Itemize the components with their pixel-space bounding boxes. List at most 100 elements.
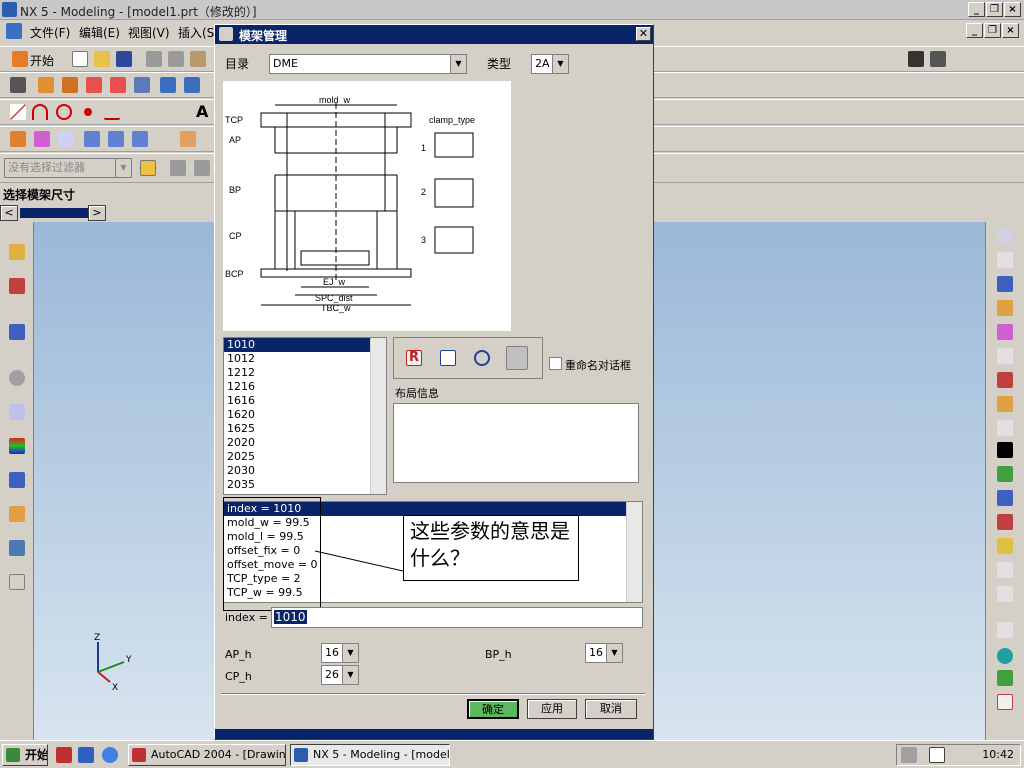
extrude-icon[interactable] — [38, 77, 54, 93]
quicklaunch-icon-1[interactable] — [56, 747, 72, 763]
index-input[interactable]: 1010 — [271, 607, 643, 628]
cooling-icon[interactable] — [997, 466, 1013, 482]
size-list-item[interactable]: 2025 — [224, 450, 386, 464]
scroll-right-button[interactable]: > — [88, 205, 106, 221]
standard-part-icon[interactable] — [997, 324, 1013, 340]
menu-edit[interactable]: 编辑(E) — [79, 24, 120, 41]
cancel-button[interactable]: 取消 — [585, 699, 637, 719]
runner-icon[interactable] — [997, 442, 1013, 458]
register-icon[interactable]: R — [406, 350, 422, 366]
parameter-list-scrollbar[interactable] — [626, 502, 642, 602]
mirror-icon[interactable] — [58, 131, 74, 147]
gate-icon[interactable] — [997, 420, 1013, 436]
ie-icon[interactable] — [102, 747, 118, 763]
offset-icon[interactable] — [84, 131, 100, 147]
help-tray-icon[interactable] — [929, 747, 945, 763]
grid-icon[interactable] — [908, 51, 924, 67]
slider-icon[interactable] — [997, 372, 1013, 388]
undo-icon[interactable] — [170, 160, 186, 176]
size-list-item[interactable]: 1216 — [224, 380, 386, 394]
quicklaunch-icon-2[interactable] — [78, 747, 94, 763]
ejector-pin-icon[interactable] — [997, 348, 1013, 364]
trim-icon[interactable] — [132, 131, 148, 147]
catalog-select[interactable]: DME ▼ — [269, 54, 467, 74]
size-list-item[interactable]: 2030 — [224, 464, 386, 478]
transform-icon[interactable] — [10, 131, 26, 147]
snap-point-icon[interactable] — [140, 160, 156, 176]
rotate-icon[interactable] — [34, 131, 50, 147]
component-icon[interactable] — [997, 252, 1013, 268]
reuse-library-icon[interactable] — [9, 404, 25, 420]
type-select[interactable]: 2A ▼ — [531, 54, 569, 74]
grid-settings-icon[interactable] — [930, 51, 946, 67]
start-menu-button[interactable]: 开始 — [30, 52, 54, 69]
apply-button[interactable]: 应用 — [527, 699, 577, 719]
scroll-thumb[interactable] — [20, 208, 88, 218]
doc-close-button[interactable]: × — [1002, 23, 1019, 38]
open-folder-icon[interactable] — [94, 51, 110, 67]
dialog-close-button[interactable]: ✕ — [636, 27, 651, 41]
web-browser-icon[interactable] — [9, 324, 25, 340]
edit-component-icon[interactable] — [506, 346, 528, 370]
menu-file[interactable]: 文件(F) — [30, 24, 70, 41]
minimize-button[interactable]: _ — [968, 2, 985, 17]
globe-icon[interactable] — [997, 648, 1013, 664]
mold-wizard-icon[interactable] — [997, 276, 1013, 292]
help-icon[interactable] — [997, 694, 1013, 710]
doc-minimize-button[interactable]: _ — [966, 23, 983, 38]
line-icon[interactable] — [10, 104, 26, 120]
spline-icon[interactable] — [104, 104, 120, 120]
size-list-item[interactable]: 1625 — [224, 422, 386, 436]
blank-tab-icon[interactable] — [9, 574, 25, 590]
system-materials-icon[interactable] — [9, 506, 25, 522]
size-list-item[interactable]: 2035 — [224, 478, 386, 492]
cut-icon[interactable] — [146, 51, 162, 67]
doc-restore-button[interactable]: ❐ — [984, 23, 1001, 38]
rotate-plates-icon[interactable] — [474, 350, 490, 366]
hole-icon[interactable] — [86, 77, 102, 93]
bom-icon[interactable] — [997, 538, 1013, 554]
shell-icon[interactable] — [160, 77, 176, 93]
list-icon[interactable] — [997, 586, 1013, 602]
bp-h-select[interactable]: 16 ▼ — [585, 643, 623, 663]
taskbar-start-button[interactable]: 开始 — [2, 744, 48, 766]
pocket-icon[interactable] — [997, 514, 1013, 530]
revolve-icon[interactable] — [62, 77, 78, 93]
insert-icon[interactable] — [997, 396, 1013, 412]
cp-h-select[interactable]: 26 ▼ — [321, 665, 359, 685]
electrode-icon[interactable] — [997, 490, 1013, 506]
view-manager-icon[interactable] — [997, 622, 1013, 638]
restore-button[interactable]: ❐ — [986, 2, 1003, 17]
role-icon[interactable] — [9, 472, 25, 488]
assembly-navigator-icon[interactable] — [9, 244, 25, 260]
copy-icon[interactable] — [168, 51, 184, 67]
size-list[interactable]: 1010 1012 1212 1216 1616 1620 1625 2020 … — [223, 337, 387, 495]
selection-filter-select[interactable]: 没有选择过滤器 ▼ — [4, 158, 132, 178]
rename-checkbox[interactable] — [549, 357, 562, 370]
boss-icon[interactable] — [110, 77, 126, 93]
system-scenes-icon[interactable] — [9, 540, 25, 556]
edit-curve-icon[interactable] — [108, 131, 124, 147]
size-list-item[interactable]: 1620 — [224, 408, 386, 422]
new-file-icon[interactable] — [72, 51, 88, 67]
paste-icon[interactable] — [190, 51, 206, 67]
blend-icon[interactable] — [184, 77, 200, 93]
palette-icon[interactable] — [9, 438, 25, 454]
size-list-item[interactable]: 1616 — [224, 394, 386, 408]
ap-h-select[interactable]: 16 ▼ — [321, 643, 359, 663]
block-icon[interactable] — [134, 77, 150, 93]
arc-icon[interactable] — [32, 104, 48, 120]
size-list-item[interactable]: 1010 — [224, 338, 386, 352]
scroll-left-button[interactable]: < — [0, 205, 18, 221]
size-list-scrollbar[interactable] — [370, 338, 386, 494]
menu-view[interactable]: 视图(V) — [128, 24, 170, 41]
moldbase-icon[interactable] — [997, 300, 1013, 316]
size-list-item[interactable]: 1012 — [224, 352, 386, 366]
taskbar-autocad[interactable]: AutoCAD 2004 - [Drawin... — [128, 744, 286, 766]
circle-icon[interactable] — [56, 104, 72, 120]
menu-insert[interactable]: 插入(S) — [178, 24, 219, 41]
assembly-tool-icon[interactable] — [997, 228, 1013, 244]
ok-button[interactable]: 确定 — [467, 699, 519, 719]
close-window-button[interactable]: × — [1004, 2, 1021, 17]
text-icon[interactable]: A — [196, 102, 212, 121]
